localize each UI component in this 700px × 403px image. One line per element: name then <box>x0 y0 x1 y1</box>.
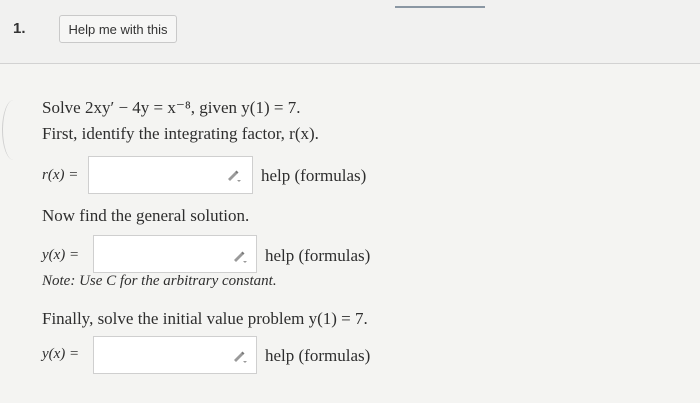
help-formulas-link-2[interactable]: help (formulas) <box>265 246 370 266</box>
r-label: r(x) = <box>42 167 79 183</box>
progress-line <box>395 6 485 8</box>
pencil-icon[interactable] <box>226 168 242 182</box>
step-3-text: Finally, solve the initial value problem… <box>42 309 368 328</box>
y-label-ivp: y(x) = <box>42 346 80 362</box>
help-me-button[interactable]: Help me with this <box>59 15 177 43</box>
help-formulas-link-1[interactable]: help (formulas) <box>261 166 366 186</box>
help-formulas-link-3[interactable]: help (formulas) <box>265 346 370 366</box>
problem-statement: Solve 2xy′ − 4y = x⁻⁸, given y(1) = 7. <box>42 98 301 117</box>
step-1-text: First, identify the integrating factor, … <box>42 124 319 143</box>
pencil-icon[interactable] <box>232 249 248 263</box>
header-divider <box>0 63 700 64</box>
question-number: 1. <box>13 20 26 37</box>
note-text: Note: Use C for the arbitrary constant. <box>42 273 277 289</box>
pencil-icon[interactable] <box>232 349 248 363</box>
step-2-text: Now find the general solution. <box>42 206 250 225</box>
decorative-arc <box>2 100 25 160</box>
y-label-general: y(x) = <box>42 247 80 263</box>
